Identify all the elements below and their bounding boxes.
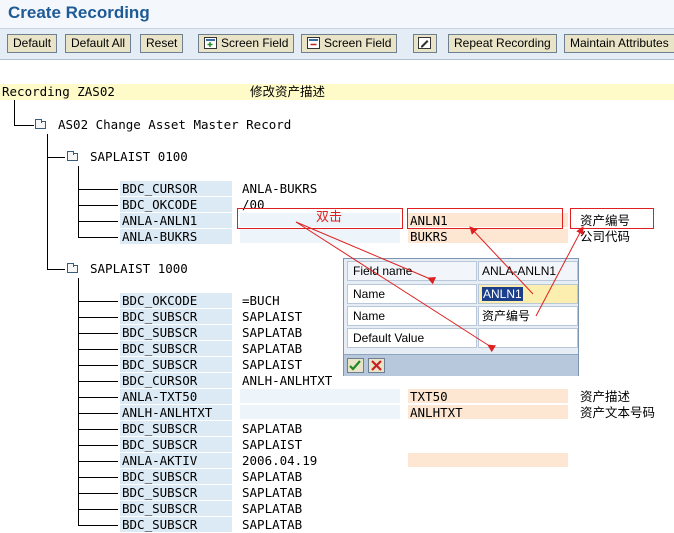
popup-label-name-1: Name bbox=[347, 284, 477, 304]
double-click-annotation: 双击 bbox=[316, 210, 343, 225]
tree-root-label[interactable]: AS02 Change Asset Master Record bbox=[58, 117, 291, 133]
popup-label-name-2: Name bbox=[347, 306, 477, 326]
screen2-folder-icon bbox=[67, 263, 78, 273]
screen-field-name[interactable]: TXT50 bbox=[410, 389, 448, 405]
popup-row-default-value: Default Value bbox=[347, 328, 578, 348]
field-value[interactable]: SAPLATAB bbox=[242, 325, 302, 341]
field-value[interactable]: SAPLATAB bbox=[242, 517, 302, 533]
default-all-button[interactable]: Default All bbox=[65, 34, 132, 53]
screen1-label[interactable]: SAPLAIST 0100 bbox=[90, 149, 188, 165]
field-value-bg bbox=[240, 389, 400, 403]
field-name[interactable]: BDC_SUBSCR bbox=[122, 517, 197, 533]
field-value-bg bbox=[240, 405, 400, 419]
screen-field-label-2: Screen Field bbox=[324, 36, 392, 50]
field-name[interactable]: BDC_OKCODE bbox=[122, 293, 197, 309]
field-name[interactable]: BDC_SUBSCR bbox=[122, 309, 197, 325]
field-highlight-box bbox=[407, 208, 563, 229]
field-value[interactable]: SAPLATAB bbox=[242, 485, 302, 501]
popup-row-name-2: Name 资产编号 bbox=[347, 306, 578, 326]
application-toolbar: Default Default All Reset Screen Field S… bbox=[0, 28, 674, 60]
field-name[interactable]: BDC_CURSOR bbox=[122, 373, 197, 389]
field-value[interactable]: SAPLATAB bbox=[242, 341, 302, 357]
close-icon bbox=[371, 360, 382, 371]
field-name[interactable]: BDC_SUBSCR bbox=[122, 421, 197, 437]
default-button[interactable]: Default bbox=[7, 34, 58, 53]
popup-label-field-name: Field name bbox=[347, 261, 477, 281]
popup-row-field-name: Field name ANLA-ANLN1 bbox=[347, 261, 578, 281]
recording-description: 修改资产描述 bbox=[250, 84, 326, 99]
screen2-label[interactable]: SAPLAIST 1000 bbox=[90, 261, 188, 277]
field-value[interactable]: ANLA-BUKRS bbox=[242, 181, 317, 197]
pencil-icon bbox=[418, 37, 431, 49]
desc-highlight-box bbox=[570, 208, 654, 229]
field-name[interactable]: BDC_SUBSCR bbox=[122, 485, 197, 501]
screen-field-button-1[interactable]: Screen Field bbox=[198, 34, 295, 53]
recording-name: Recording ZAS02 bbox=[2, 84, 115, 99]
screen-field-remove-icon bbox=[307, 37, 320, 49]
screen-field-name[interactable]: ANLHTXT bbox=[410, 405, 463, 421]
popup-label-default-value: Default Value bbox=[347, 328, 477, 348]
confirm-button[interactable] bbox=[347, 358, 364, 373]
field-value[interactable]: ANLH-ANLHTXT bbox=[242, 373, 332, 389]
field-value[interactable]: SAPLATAB bbox=[242, 501, 302, 517]
field-name[interactable]: ANLA-TXT50 bbox=[122, 389, 197, 405]
popup-footer bbox=[344, 354, 578, 376]
field-value[interactable]: =BUCH bbox=[242, 293, 280, 309]
field-description: 资产描述 bbox=[580, 389, 631, 404]
screen1-folder-icon bbox=[67, 151, 78, 161]
reset-button[interactable]: Reset bbox=[140, 34, 184, 53]
field-value[interactable]: SAPLATAB bbox=[242, 421, 302, 437]
maintain-attributes-button[interactable]: Maintain Attributes bbox=[564, 34, 674, 53]
field-name[interactable]: BDC_SUBSCR bbox=[122, 469, 197, 485]
root-folder-icon bbox=[35, 119, 46, 129]
field-name[interactable]: ANLA-AKTIV bbox=[122, 453, 197, 469]
field-name[interactable]: ANLA-BUKRS bbox=[122, 229, 197, 245]
popup-row-name-1: Name ANLN1 bbox=[347, 284, 578, 304]
cancel-button[interactable] bbox=[368, 358, 385, 373]
field-value[interactable]: SAPLATAB bbox=[242, 469, 302, 485]
field-name[interactable]: BDC_SUBSCR bbox=[122, 357, 197, 373]
popup-input-default-value[interactable] bbox=[478, 328, 578, 348]
edit-button[interactable] bbox=[413, 34, 437, 53]
screen-field-bg bbox=[408, 453, 568, 467]
field-name[interactable]: BDC_SUBSCR bbox=[122, 501, 197, 517]
popup-input-name-2[interactable]: 资产编号 bbox=[478, 306, 578, 326]
screen-field-name[interactable]: BUKRS bbox=[410, 229, 448, 245]
checkmark-icon bbox=[349, 360, 361, 371]
field-name[interactable]: BDC_SUBSCR bbox=[122, 325, 197, 341]
screen-field-add-icon bbox=[204, 37, 217, 49]
repeat-recording-button[interactable]: Repeat Recording bbox=[448, 34, 557, 53]
page-title: Create Recording bbox=[0, 0, 674, 28]
field-name[interactable]: BDC_OKCODE bbox=[122, 197, 197, 213]
popup-input-name-1-value: ANLN1 bbox=[482, 287, 523, 301]
field-name[interactable]: BDC_CURSOR bbox=[122, 181, 197, 197]
field-value[interactable]: SAPLAIST bbox=[242, 309, 302, 325]
field-value-bg bbox=[240, 229, 400, 243]
field-value[interactable]: 2006.04.19 bbox=[242, 453, 317, 469]
popup-input-name-1[interactable]: ANLN1 bbox=[478, 284, 578, 304]
field-attributes-popup: Field name ANLA-ANLN1 Name ANLN1 Name 资产… bbox=[343, 258, 579, 376]
screen-field-label-1: Screen Field bbox=[221, 36, 289, 50]
field-description: 公司代码 bbox=[580, 229, 631, 244]
field-value[interactable]: SAPLAIST bbox=[242, 357, 302, 373]
screen-field-button-2[interactable]: Screen Field bbox=[301, 34, 398, 53]
field-name[interactable]: BDC_SUBSCR bbox=[122, 341, 197, 357]
field-name[interactable]: ANLH-ANLHTXT bbox=[122, 405, 212, 421]
popup-value-field-name: ANLA-ANLN1 bbox=[478, 261, 578, 281]
field-name[interactable]: ANLA-ANLN1 bbox=[122, 213, 197, 229]
field-name[interactable]: BDC_SUBSCR bbox=[122, 437, 197, 453]
field-description: 资产文本号码 bbox=[580, 405, 656, 420]
field-value[interactable]: SAPLAIST bbox=[242, 437, 302, 453]
